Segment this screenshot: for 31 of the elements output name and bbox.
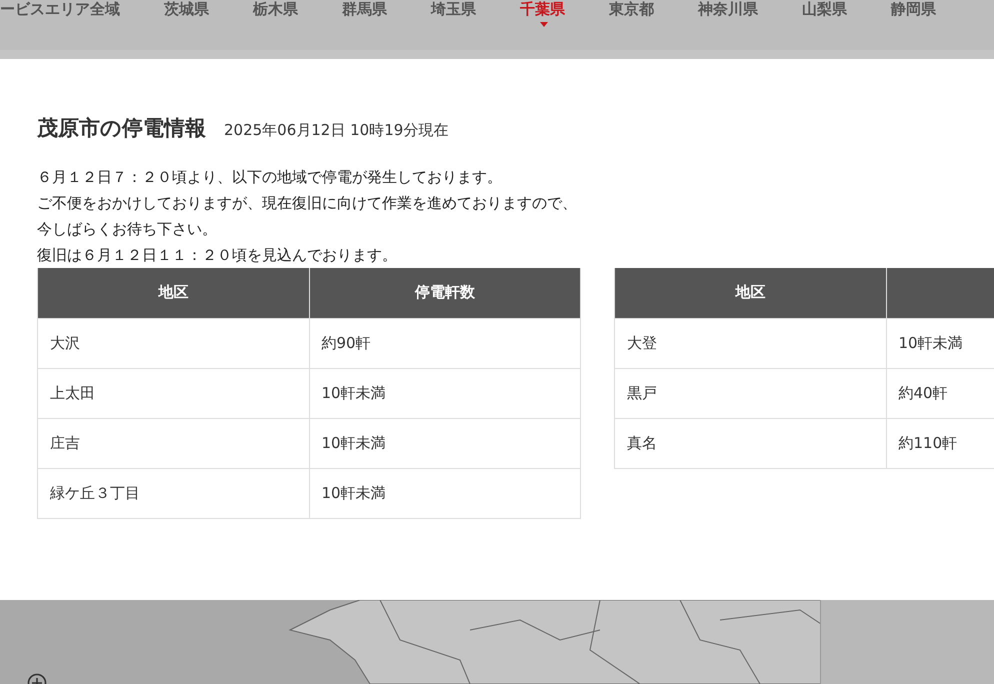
- region-tab[interactable]: ービスエリア全域: [0, 0, 142, 18]
- table-cell: 大沢: [38, 318, 309, 368]
- region-tab[interactable]: 静岡県: [891, 0, 958, 18]
- table-cell: 真名: [614, 418, 886, 468]
- table-cell: 大登: [614, 318, 886, 368]
- region-tab[interactable]: 千葉県: [520, 0, 587, 18]
- table-cell: 上太田: [38, 368, 309, 418]
- table-cell: 10軒未満: [309, 368, 580, 418]
- region-tab[interactable]: 神奈川県: [698, 0, 780, 18]
- region-tab[interactable]: 栃木県: [253, 0, 320, 18]
- table-cell: 黒戸: [614, 368, 886, 418]
- table-cell: 10軒未満: [309, 468, 580, 518]
- notice-text: 今しばらくお待ち下さい。: [37, 219, 218, 240]
- modal-title: 茂原市の停電情報: [37, 115, 206, 142]
- notice-text: ６月１２日７：２０頃より、以下の地域で停電が発生しております。: [37, 167, 503, 188]
- notice-text: ご不便をおかけしておりますが、現在復旧に向けて作業を進めておりますので、: [37, 193, 578, 214]
- table-cell: 約90軒: [309, 318, 580, 368]
- region-tab[interactable]: 山梨県: [802, 0, 869, 18]
- timestamp: 2025年06月12日 10時19分現在: [224, 121, 448, 140]
- notice-text: 復旧は６月１２日１１：２０頃を見込んでおります。: [37, 245, 398, 266]
- table-cell: 庄吉: [38, 418, 309, 468]
- region-tab[interactable]: 埼玉県: [431, 0, 498, 18]
- column-header: 停電軒数: [309, 268, 580, 318]
- column-header: 地区: [614, 268, 886, 318]
- region-tab[interactable]: 群馬県: [342, 0, 409, 18]
- region-tab[interactable]: 茨城県: [164, 0, 231, 18]
- caret-icon: [540, 22, 548, 27]
- table-cell: 緑ケ丘３丁目: [38, 468, 309, 518]
- table-cell: 10軒未満: [309, 418, 580, 468]
- column-header: 地区: [38, 268, 309, 318]
- region-tab[interactable]: 東京都: [609, 0, 676, 18]
